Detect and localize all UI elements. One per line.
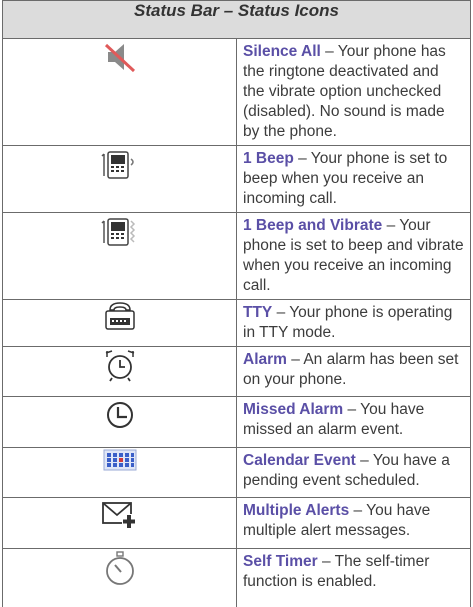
row-description: Self Timer – The self-timer function is … xyxy=(237,549,471,607)
row-separator: – xyxy=(382,217,399,234)
table-row: Alarm – An alarm has been set on your ph… xyxy=(3,347,471,397)
silence-all-icon xyxy=(102,39,138,75)
row-description: Missed Alarm – You have missed an alarm … xyxy=(237,397,471,448)
row-term: Alarm xyxy=(243,351,287,368)
table-row: Calendar Event – You have a pending even… xyxy=(3,448,471,498)
row-description: 1 Beep and Vibrate – Your phone is set t… xyxy=(237,213,471,300)
status-icons-page: Status Bar – Status Icons Silence All – … xyxy=(0,0,473,607)
tty-icon xyxy=(102,300,138,332)
calendar-icon xyxy=(102,448,138,472)
table-row: Self Timer – The self-timer function is … xyxy=(3,549,471,607)
alarm-clock-icon xyxy=(102,347,138,383)
row-description: 1 Beep – Your phone is set to beep when … xyxy=(237,146,471,213)
icon-cell xyxy=(3,347,237,397)
row-separator: – xyxy=(356,452,373,469)
row-separator: – xyxy=(287,351,303,368)
row-description: Silence All – Your phone has the rington… xyxy=(237,39,471,146)
row-description: Multiple Alerts – You have multiple aler… xyxy=(237,498,471,549)
table-row: 1 Beep – Your phone is set to beep when … xyxy=(3,146,471,213)
self-timer-icon xyxy=(102,549,138,589)
row-term: Silence All xyxy=(243,43,321,60)
icon-cell xyxy=(3,549,237,607)
icon-cell xyxy=(3,397,237,448)
table-row: Multiple Alerts – You have multiple aler… xyxy=(3,498,471,549)
row-term: Calendar Event xyxy=(243,452,356,469)
status-icons-table: Status Bar – Status Icons Silence All – … xyxy=(2,0,471,607)
icon-cell xyxy=(3,39,237,146)
row-term: 1 Beep xyxy=(243,150,294,167)
table-title: Status Bar – Status Icons xyxy=(3,1,471,39)
one-beep-icon xyxy=(98,146,142,182)
row-separator: – xyxy=(272,304,289,321)
row-description: Calendar Event – You have a pending even… xyxy=(237,448,471,498)
row-description: Alarm – An alarm has been set on your ph… xyxy=(237,347,471,397)
table-header-row: Status Bar – Status Icons xyxy=(3,1,471,39)
envelope-plus-icon xyxy=(100,498,140,530)
row-description: TTY – Your phone is operating in TTY mod… xyxy=(237,300,471,347)
icon-cell xyxy=(3,448,237,498)
row-term: Missed Alarm xyxy=(243,401,343,418)
table-row: 1 Beep and Vibrate – Your phone is set t… xyxy=(3,213,471,300)
icon-cell xyxy=(3,146,237,213)
icon-cell xyxy=(3,300,237,347)
row-separator: – xyxy=(294,150,311,167)
icon-cell xyxy=(3,213,237,300)
table-row: Missed Alarm – You have missed an alarm … xyxy=(3,397,471,448)
missed-alarm-icon xyxy=(102,397,138,433)
row-term: Multiple Alerts xyxy=(243,502,349,519)
row-term: 1 Beep and Vibrate xyxy=(243,217,382,234)
row-term: Self Timer xyxy=(243,553,318,570)
row-term: TTY xyxy=(243,304,272,321)
row-separator: – xyxy=(349,502,366,519)
row-separator: – xyxy=(343,401,360,418)
table-row: Silence All – Your phone has the rington… xyxy=(3,39,471,146)
beep-vibrate-icon xyxy=(98,213,142,249)
row-separator: – xyxy=(318,553,335,570)
table-row: TTY – Your phone is operating in TTY mod… xyxy=(3,300,471,347)
row-separator: – xyxy=(321,43,338,60)
icon-cell xyxy=(3,498,237,549)
